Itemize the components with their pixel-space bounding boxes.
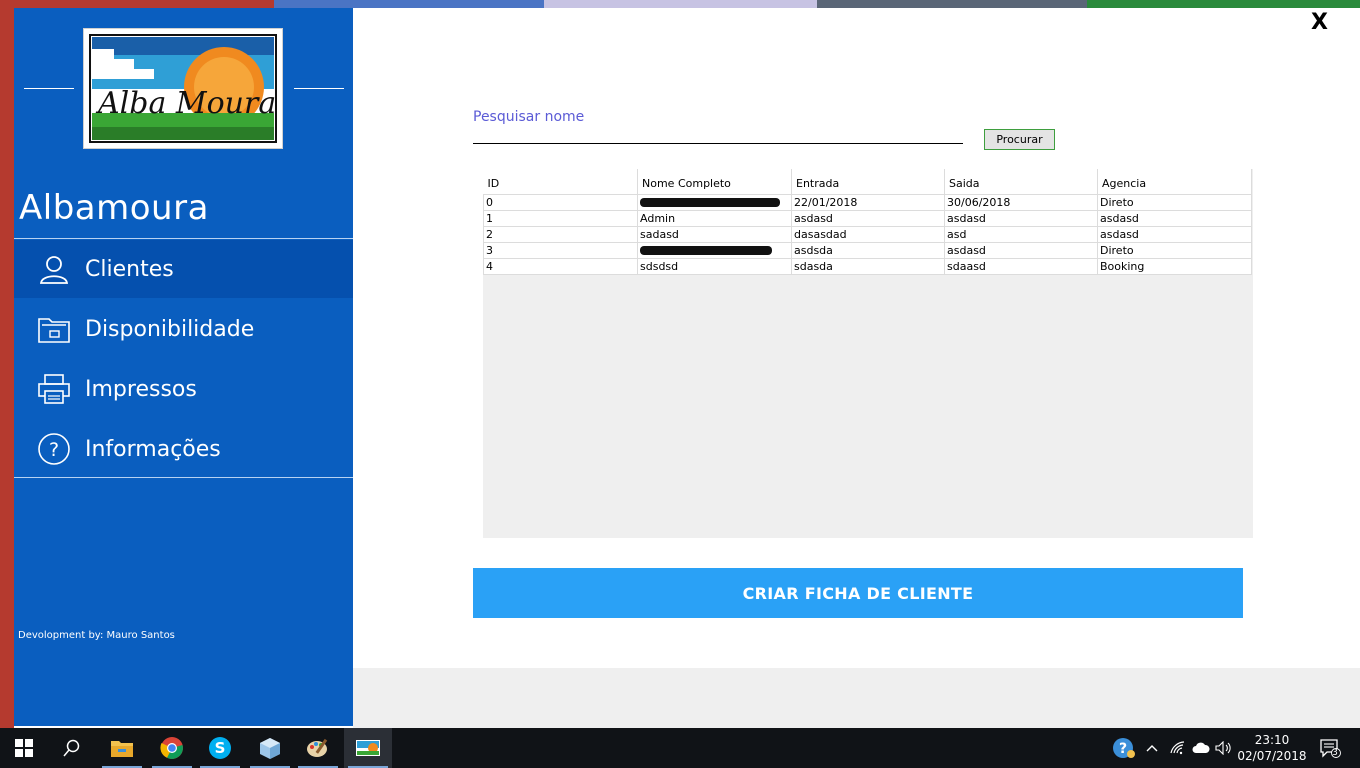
table-cell[interactable]: 1 — [483, 209, 638, 227]
table-cell[interactable]: asdasd — [1097, 225, 1252, 243]
table-cell[interactable]: asdsda — [791, 241, 945, 259]
taskbar: S ? — [0, 728, 1360, 768]
logo-divider-right — [294, 88, 344, 89]
background-window-strip — [1087, 0, 1360, 8]
table-cell[interactable]: asdasd — [1097, 209, 1252, 227]
column-header-saida[interactable]: Saida — [944, 169, 1098, 194]
chrome-icon[interactable] — [148, 728, 196, 768]
table-cell[interactable]: Admin — [637, 209, 792, 227]
sidebar-item-clientes[interactable]: Clientes — [14, 240, 353, 298]
clock-date: 02/07/2018 — [1237, 749, 1307, 763]
table-cell[interactable]: 4 — [483, 257, 638, 275]
paint-icon[interactable] — [294, 728, 342, 768]
developer-credit: Devolopment by: Mauro Santos — [18, 630, 175, 641]
desktop-background-strip — [0, 0, 14, 728]
sidebar-item-impressos[interactable]: Impressos — [14, 360, 353, 418]
app-title: Albamoura — [19, 188, 209, 228]
table-cell[interactable]: 2 — [483, 225, 638, 243]
svg-text:Alba Moura: Alba Moura — [95, 86, 276, 121]
search-button[interactable]: Procurar — [984, 129, 1055, 150]
skype-icon[interactable]: S — [196, 728, 244, 768]
albamoura-app-icon[interactable] — [344, 728, 392, 768]
table-cell[interactable]: asdasd — [944, 209, 1098, 227]
table-cell[interactable]: Booking — [1097, 257, 1252, 275]
sidebar-item-label: Disponibilidade — [85, 316, 255, 342]
table-cell[interactable]: 0 — [483, 193, 638, 211]
clients-table: ID Nome Completo Entrada Saida Agencia 0… — [483, 169, 1253, 538]
volume-icon[interactable] — [1213, 728, 1235, 768]
table-cell[interactable]: 30/06/2018 — [944, 193, 1098, 211]
folder-icon — [36, 311, 72, 347]
svg-text:S: S — [215, 739, 226, 757]
app-logo: Alba Moura — [83, 28, 283, 149]
search-input[interactable] — [473, 126, 963, 144]
background-window-strip — [14, 0, 274, 8]
table-cell[interactable]: Direto — [1097, 193, 1252, 211]
sidebar-item-disponibilidade[interactable]: Disponibilidade — [14, 300, 353, 358]
sidebar-item-label: Clientes — [85, 256, 174, 282]
table-cell[interactable]: dasasdad — [791, 225, 945, 243]
sidebar: Alba Moura Albamoura Clientes Disponibil… — [14, 8, 353, 726]
logo-divider-left — [24, 88, 74, 89]
sidebar-item-label: Informações — [85, 436, 221, 462]
svg-text:?: ? — [49, 439, 59, 461]
column-header-entrada[interactable]: Entrada — [791, 169, 945, 194]
search-icon[interactable] — [48, 728, 96, 768]
column-header-nome[interactable]: Nome Completo — [637, 169, 792, 194]
background-window-strip — [817, 0, 1087, 8]
printer-icon — [36, 371, 72, 407]
main-footer — [353, 668, 1360, 728]
redacted-name — [640, 246, 772, 255]
column-header-agencia[interactable]: Agencia — [1097, 169, 1252, 194]
question-icon: ? — [36, 431, 72, 467]
clients-data-grid: ID Nome Completo Entrada Saida Agencia 0… — [483, 169, 1252, 275]
notification-count-badge: 3 — [1332, 748, 1338, 758]
table-cell[interactable]: sdaasd — [944, 257, 1098, 275]
table-row[interactable]: 0 22/01/2018 30/06/2018 Direto — [483, 193, 1252, 211]
logo-image: Alba Moura — [89, 34, 277, 143]
help-tray-icon[interactable]: ? — [1110, 728, 1138, 768]
column-header-id[interactable]: ID — [483, 169, 638, 194]
table-row[interactable]: 1 Admin asdasd asdasd asdasd — [483, 209, 1252, 227]
box-app-icon[interactable] — [246, 728, 294, 768]
table-row[interactable]: 3 asdsda asdasd Direto — [483, 241, 1252, 259]
wifi-icon[interactable] — [1166, 728, 1190, 768]
file-explorer-icon[interactable] — [98, 728, 146, 768]
sidebar-item-informacoes[interactable]: ? Informações — [14, 420, 353, 478]
table-cell[interactable]: sadasd — [637, 225, 792, 243]
sidebar-divider-top — [14, 238, 353, 239]
redacted-name — [640, 198, 780, 207]
sidebar-divider-bottom — [14, 477, 353, 478]
background-window-strip — [544, 0, 817, 8]
chevron-up-icon[interactable] — [1142, 728, 1162, 768]
table-cell[interactable]: 22/01/2018 — [791, 193, 945, 211]
table-header-row: ID Nome Completo Entrada Saida Agencia — [483, 169, 1252, 194]
svg-text:?: ? — [1119, 741, 1127, 757]
search-label: Pesquisar nome — [473, 109, 585, 125]
table-cell[interactable]: Direto — [1097, 241, 1252, 259]
table-cell[interactable]: asd — [944, 225, 1098, 243]
table-cell[interactable]: asdasd — [944, 241, 1098, 259]
cloud-icon[interactable] — [1190, 728, 1212, 768]
background-window-strip — [274, 0, 544, 8]
create-client-button[interactable]: CRIAR FICHA DE CLIENTE — [473, 568, 1243, 618]
user-icon — [36, 251, 72, 287]
clock-time: 23:10 — [1254, 733, 1290, 747]
sidebar-item-label: Impressos — [85, 376, 197, 402]
table-row[interactable]: 4 sdsdsd sdasda sdaasd Booking — [483, 257, 1252, 275]
close-button[interactable]: X — [1311, 10, 1328, 35]
taskbar-clock[interactable]: 23:10 02/07/2018 — [1236, 732, 1308, 764]
table-cell[interactable]: sdsdsd — [637, 257, 792, 275]
table-cell[interactable] — [637, 193, 792, 211]
table-cell[interactable]: sdasda — [791, 257, 945, 275]
windows-start-icon[interactable] — [0, 728, 48, 768]
table-row[interactable]: 2 sadasd dasasdad asd asdasd — [483, 225, 1252, 243]
table-cell[interactable]: asdasd — [791, 209, 945, 227]
table-cell[interactable]: 3 — [483, 241, 638, 259]
table-cell[interactable] — [637, 241, 792, 259]
